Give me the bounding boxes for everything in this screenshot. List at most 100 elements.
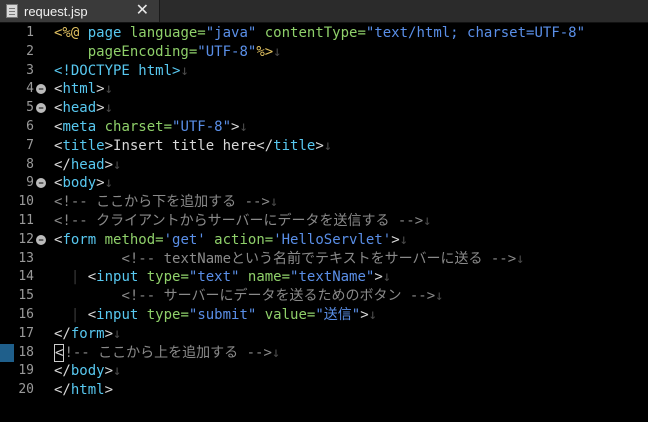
code-token: </	[54, 325, 71, 342]
code-token: body	[70, 363, 105, 380]
code-line[interactable]: 11 <!-- クライアントからサーバーにデータを送信する -->↓	[0, 212, 648, 230]
code-text: <!-- ここから上を追加する -->↓	[54, 343, 281, 362]
line-number: 9	[26, 175, 34, 191]
code-line[interactable]: 18 <!-- ここから上を追加する -->↓	[0, 343, 648, 362]
line-number: 1	[26, 25, 34, 40]
code-line[interactable]: 17 </form>↓	[0, 325, 648, 343]
code-token: "text"	[188, 269, 240, 286]
code-line[interactable]: 8 </head>↓	[0, 156, 648, 174]
code-token: 'HelloServlet'	[273, 231, 392, 248]
code-line[interactable]: 5− <head>↓	[0, 99, 648, 117]
code-token: "textName"	[290, 269, 375, 286]
code-line[interactable]: 1 <%@ page language="java" contentType="t…	[0, 24, 648, 42]
fold-toggle-icon[interactable]: −	[36, 234, 46, 245]
code-token: <!-- textNameという名前でテキストをサーバーに送る -->	[121, 250, 517, 267]
newline-marker: ↓	[269, 194, 279, 211]
code-token: body	[62, 175, 97, 192]
code-text: </html>	[54, 381, 113, 399]
code-text: | <input type="text" name="textName">↓	[54, 268, 391, 286]
line-number: 18	[18, 344, 34, 360]
code-token: charset=	[96, 119, 173, 135]
code-line[interactable]: 12− <form method='get' action='HelloServl…	[0, 231, 648, 249]
line-number: 2	[26, 43, 34, 59]
code-token: >	[96, 100, 105, 117]
code-token: >Insert title here</	[104, 137, 274, 154]
text-cursor: <	[54, 343, 65, 362]
code-text: <html>↓	[54, 80, 113, 98]
code-line[interactable]: 19 </body>↓	[0, 362, 648, 380]
code-token: meta	[62, 119, 97, 135]
code-token: method=	[96, 231, 164, 248]
code-line[interactable]: 13 <!-- textNameという名前でテキストをサーバーに送る -->↓	[0, 250, 648, 268]
code-token: "送信"	[315, 307, 361, 323]
line-number: 13	[18, 250, 34, 266]
tab-title: request.jsp	[24, 3, 88, 19]
code-line[interactable]: 16 | <input type="submit" value="送信">↓	[0, 306, 648, 324]
code-token: >	[96, 175, 105, 192]
code-token: >	[374, 269, 383, 286]
code-token: pageEncoding=	[54, 43, 198, 60]
code-token: head	[70, 156, 105, 173]
code-line[interactable]: 9− <body>↓	[0, 174, 648, 192]
code-line[interactable]: 7 <title>Insert title here</title>↓	[0, 137, 648, 155]
code-text: <head>↓	[54, 99, 113, 117]
fold-toggle-icon[interactable]: −	[36, 103, 46, 114]
line-number: 3	[26, 62, 34, 78]
newline-marker: ↓	[104, 175, 114, 192]
code-text: <meta charset="UTF-8">↓	[54, 118, 248, 136]
jsp-file-icon	[6, 4, 18, 18]
newline-marker: ↓	[271, 344, 281, 361]
newline-marker: ↓	[423, 213, 432, 229]
code-token: </	[54, 363, 71, 380]
close-icon[interactable]: ✕	[136, 3, 149, 19]
code-line[interactable]: 6 <meta charset="UTF-8">↓	[0, 118, 648, 136]
code-token: >	[104, 325, 114, 342]
code-text: </head>↓	[54, 156, 121, 174]
newline-marker: ↓	[382, 269, 392, 286]
newline-marker: ↓	[399, 231, 409, 248]
newline-marker: ↓	[113, 325, 122, 342]
tab-request-jsp[interactable]: request.jsp ✕	[0, 0, 160, 22]
code-token: title	[273, 137, 316, 154]
code-line[interactable]: 14 | <input type="text" name="textName">…	[0, 268, 648, 286]
code-text: </form>↓	[54, 325, 121, 343]
line-number: 10	[18, 194, 34, 210]
code-token: form	[62, 231, 97, 248]
code-text: <!-- クライアントからサーバーにデータを送信する -->↓	[54, 212, 432, 230]
code-token: language=	[121, 25, 206, 41]
code-text: </body>↓	[54, 362, 121, 380]
line-number: 7	[26, 137, 34, 153]
newline-marker: ↓	[104, 81, 114, 98]
fold-toggle-icon[interactable]: −	[36, 178, 46, 189]
code-text: <title>Insert title here</title>↓	[54, 137, 332, 155]
code-token: html	[62, 81, 97, 98]
code-token: "submit"	[188, 307, 257, 323]
newline-marker: ↓	[113, 156, 122, 173]
code-line[interactable]: 3 <!DOCTYPE html>↓	[0, 62, 648, 80]
code-text: <!-- サーバーにデータを送るためのボタン -->↓	[54, 287, 443, 305]
code-line[interactable]: 15 <!-- サーバーにデータを送るためのボタン -->↓	[0, 287, 648, 305]
code-text: <body>↓	[54, 174, 113, 192]
code-token: >	[315, 137, 324, 154]
code-token: >	[391, 231, 400, 248]
code-line[interactable]: 20 </html>	[0, 381, 648, 399]
code-line[interactable]: 2 pageEncoding="UTF-8"%>↓	[0, 43, 648, 61]
code-editor[interactable]: 1 <%@ page language="java" contentType="t…	[0, 23, 648, 422]
code-token: <%@	[54, 25, 88, 41]
code-line[interactable]: 4− <html>↓	[0, 80, 648, 98]
code-line[interactable]: 10 <!-- ここから下を追加する -->↓	[0, 193, 648, 211]
newline-marker: ↓	[104, 100, 114, 117]
code-text: <form method='get' action='HelloServlet'…	[54, 231, 408, 249]
code-token: input	[96, 307, 139, 323]
line-number: 12	[18, 231, 34, 247]
code-token: name=	[239, 269, 291, 286]
code-text: <!-- ここから下を追加する -->↓	[54, 193, 278, 211]
newline-marker: ↓	[368, 307, 378, 323]
fold-toggle-icon[interactable]: −	[36, 84, 46, 95]
line-number: 4	[26, 81, 34, 97]
code-text: pageEncoding="UTF-8"%>↓	[54, 43, 282, 61]
line-number: 6	[26, 119, 34, 134]
code-token: </	[54, 382, 71, 399]
